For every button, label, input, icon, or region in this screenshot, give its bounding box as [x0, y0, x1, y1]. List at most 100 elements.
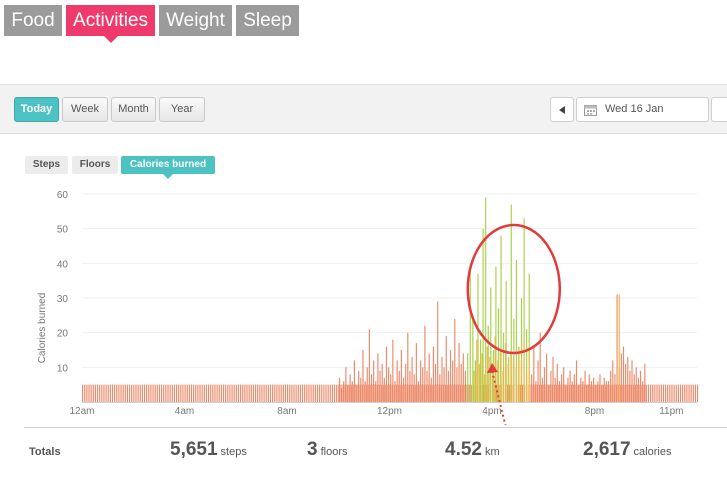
calorie-bar — [312, 384, 314, 402]
calorie-bar — [543, 367, 546, 402]
calorie-bar — [469, 263, 471, 402]
calorie-bar — [485, 197, 487, 402]
y-tick-label: 50 — [57, 225, 69, 236]
calorie-bar — [569, 370, 571, 402]
calorie-bar — [525, 370, 528, 402]
calorie-bar — [601, 384, 603, 402]
calorie-bar — [658, 384, 660, 402]
calorie-bar — [227, 384, 229, 402]
calorie-bar — [684, 384, 686, 402]
metric-tab-steps[interactable]: Steps — [25, 156, 68, 174]
calorie-bar — [385, 346, 388, 402]
calorie-bar — [180, 384, 182, 402]
range-week-button[interactable]: Week — [62, 97, 108, 122]
calorie-bar — [692, 384, 694, 402]
y-axis-title: Calories burned — [37, 293, 48, 364]
calorie-bar — [158, 384, 161, 402]
range-month-button[interactable]: Month — [111, 97, 156, 122]
calorie-bar — [182, 384, 184, 402]
calorie-bar — [388, 367, 390, 402]
calorie-bar — [662, 384, 664, 402]
calorie-bar — [368, 329, 370, 402]
tab-weight[interactable]: Weight — [159, 5, 232, 36]
metric-tab-floors[interactable]: Floors — [72, 156, 118, 174]
calendar-icon — [584, 105, 597, 116]
calorie-bar — [336, 384, 338, 402]
date-picker-field[interactable]: Wed 16 Jan — [576, 97, 709, 122]
calorie-bar — [533, 346, 535, 402]
calorie-bar — [686, 384, 688, 402]
calorie-bar — [84, 384, 86, 402]
tab-weight-label: Weight — [166, 10, 225, 31]
calorie-bar — [333, 384, 336, 402]
calorie-bar — [212, 384, 214, 402]
range-year-button[interactable]: Year — [159, 97, 205, 122]
calorie-bar — [673, 384, 675, 402]
calorie-bar — [163, 384, 165, 402]
calorie-bar — [531, 374, 533, 402]
calorie-bar — [295, 384, 297, 402]
calorie-bar — [642, 381, 644, 402]
calorie-bar — [597, 381, 599, 402]
calorie-bar — [107, 384, 109, 402]
calorie-bar — [190, 384, 193, 402]
calorie-bar — [370, 374, 373, 402]
range-today-label: Today — [20, 103, 53, 115]
calorie-bar — [323, 384, 325, 402]
next-day-button[interactable] — [711, 97, 727, 122]
calorie-bar — [502, 370, 504, 402]
calorie-bar — [610, 370, 612, 402]
calorie-bar — [272, 384, 274, 402]
calorie-bar — [565, 384, 567, 402]
calorie-bar — [548, 384, 550, 402]
calorie-bar — [454, 318, 456, 402]
previous-day-button[interactable] — [550, 97, 574, 122]
calorie-bar — [280, 384, 282, 402]
calorie-bar — [452, 360, 454, 402]
calorie-bar — [647, 384, 650, 402]
calorie-bar — [186, 384, 188, 402]
calorie-bar — [383, 377, 385, 402]
calorie-bar — [390, 374, 392, 402]
tab-sleep[interactable]: Sleep — [236, 5, 299, 36]
calorie-bar — [575, 360, 578, 402]
calorie-bar — [289, 384, 291, 402]
calorie-bar — [321, 384, 323, 402]
calorie-bar — [396, 360, 398, 402]
calorie-bar — [373, 360, 375, 402]
total-floors-value: 3 — [307, 439, 318, 460]
calorie-bar — [261, 384, 263, 402]
tab-sleep-label: Sleep — [243, 10, 292, 31]
calorie-bar — [479, 339, 482, 402]
calorie-bar — [489, 356, 491, 402]
tab-activities-label: Activities — [73, 10, 148, 31]
calorie-bar — [193, 384, 195, 402]
x-tick-label: 4pm — [482, 406, 501, 417]
calorie-bar — [231, 384, 233, 402]
calorie-bar — [512, 356, 515, 402]
calorie-bar — [351, 381, 353, 402]
tab-activities[interactable]: Activities — [66, 5, 155, 43]
calorie-bar — [358, 370, 360, 402]
calorie-bar — [167, 384, 169, 402]
calorie-bar — [645, 384, 647, 402]
calorie-bar — [254, 384, 257, 402]
metric-tab-calories[interactable]: Calories burned — [121, 156, 215, 179]
calorie-bar — [345, 367, 347, 402]
calorie-bar — [481, 353, 483, 402]
calorie-bar — [175, 384, 178, 402]
calorie-bar — [697, 384, 699, 402]
total-floors: 3 floors — [307, 439, 347, 461]
calorie-bar — [128, 384, 131, 402]
tab-food[interactable]: Food — [4, 5, 62, 36]
calorie-bar — [430, 377, 432, 402]
total-calories-value: 2,617 — [583, 439, 631, 460]
range-today-button[interactable]: Today — [14, 97, 59, 122]
calorie-bar — [237, 384, 240, 402]
calorie-bar — [654, 384, 656, 402]
calorie-bar — [578, 384, 580, 402]
calorie-bar — [327, 384, 329, 402]
x-tick-label: 8pm — [585, 406, 604, 417]
calorie-bar — [377, 353, 379, 402]
calorie-bar — [143, 384, 146, 402]
